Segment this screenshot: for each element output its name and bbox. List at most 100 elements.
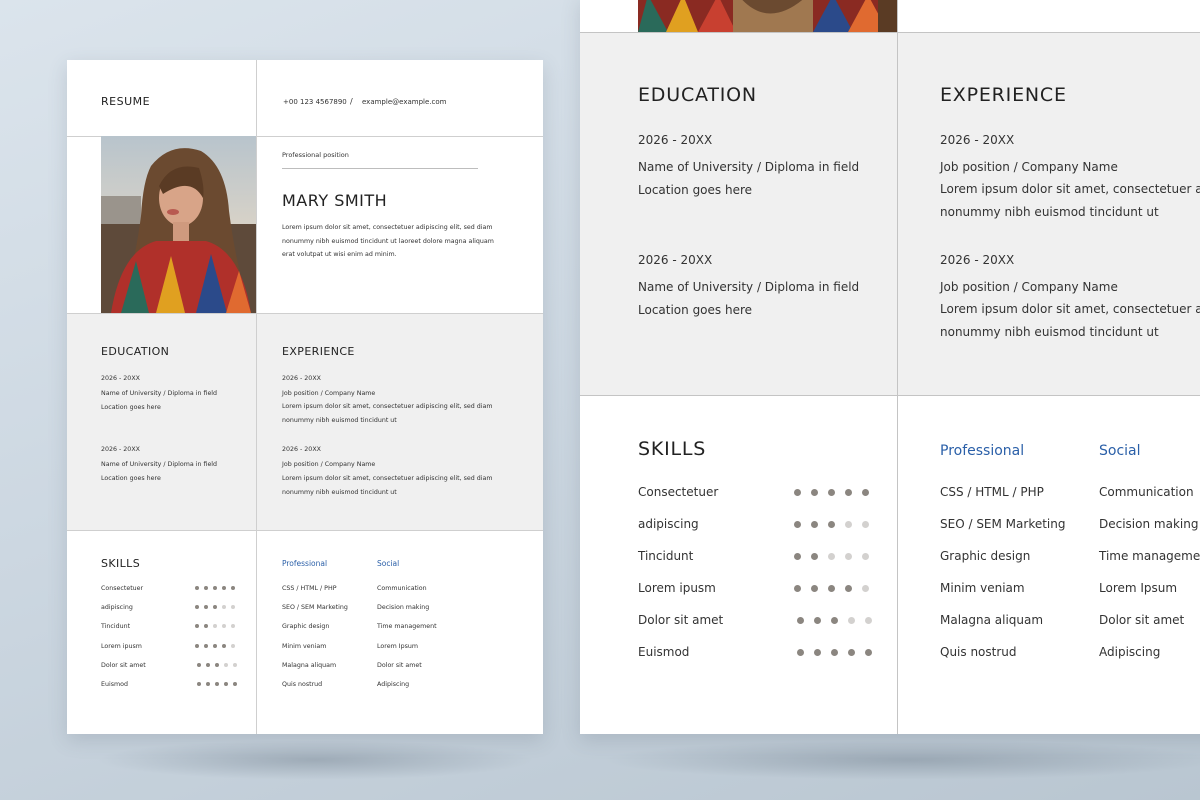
skill-dot xyxy=(197,663,201,667)
education-location: Location goes here xyxy=(638,183,753,197)
skill-label: Lorem ipusm xyxy=(101,643,142,650)
resume-label: RESUME xyxy=(101,95,151,108)
social-skill: Adipiscing xyxy=(1099,645,1161,659)
professional-skill: Malagna aliquam xyxy=(282,662,337,669)
skill-rating xyxy=(794,521,869,528)
skill-label: adipiscing xyxy=(638,517,699,531)
social-heading: Social xyxy=(1099,443,1141,459)
skill-dot xyxy=(204,586,208,590)
professional-skill: CSS / HTML / PHP xyxy=(282,585,337,592)
education-heading: EDUCATION xyxy=(638,84,757,106)
skill-dot xyxy=(204,605,208,609)
divider-line xyxy=(282,168,478,169)
experience-job: Job position / Company Name xyxy=(282,461,376,468)
skill-rating xyxy=(195,605,235,609)
social-skill: Lorem Ipsum xyxy=(377,643,418,650)
experience-desc: nonummy nibh euismod tincidunt ut xyxy=(940,325,1159,339)
skill-dot xyxy=(814,617,821,624)
resume-page-zoomed: EDUCATION 2026 - 20XX Name of University… xyxy=(580,0,1200,734)
education-degree: Name of University / Diploma in field xyxy=(638,280,860,294)
skill-label: adipiscing xyxy=(101,604,133,611)
skill-dot xyxy=(215,682,219,686)
page-shadow xyxy=(600,740,1200,780)
skill-dot xyxy=(828,553,835,560)
education-degree: Name of University / Diploma in field xyxy=(101,461,218,468)
skill-dot xyxy=(865,649,872,656)
experience-heading: EXPERIENCE xyxy=(940,84,1067,106)
education-location: Location goes here xyxy=(101,475,161,482)
experience-job: Job position / Company Name xyxy=(282,390,376,397)
professional-skill: Minim veniam xyxy=(940,581,1025,595)
education-degree: Name of University / Diploma in field xyxy=(101,390,218,397)
professional-skill: Minim veniam xyxy=(282,643,327,650)
social-skill: Time management xyxy=(1099,549,1200,563)
row-divider xyxy=(580,32,1200,33)
skill-dot xyxy=(233,682,237,686)
skill-rating xyxy=(197,663,237,667)
social-skill: Communication xyxy=(1099,485,1194,499)
skill-dot xyxy=(828,489,835,496)
social-skill: Decision making xyxy=(1099,517,1199,531)
social-skill: Communication xyxy=(377,585,427,592)
education-years: 2026 - 20XX xyxy=(638,253,713,267)
skill-rating xyxy=(197,682,237,686)
skill-dot xyxy=(206,663,210,667)
experience-years: 2026 - 20XX xyxy=(940,133,1015,147)
page-shadow xyxy=(95,740,535,780)
professional-skill: Malagna aliquam xyxy=(940,613,1044,627)
skill-dot xyxy=(831,649,838,656)
skill-rating xyxy=(195,644,235,648)
professional-heading: Professional xyxy=(282,559,328,568)
skill-dot xyxy=(794,553,801,560)
about-text: Lorem ipsum dolor sit amet, consectetuer… xyxy=(282,224,494,258)
skill-dot xyxy=(206,682,210,686)
skill-label: Dolor sit amet xyxy=(101,662,146,669)
skill-dot xyxy=(213,624,217,628)
experience-desc: Lorem ipsum dolor sit amet, consectetuer… xyxy=(282,475,493,482)
skill-dot xyxy=(213,586,217,590)
experience-years: 2026 - 20XX xyxy=(282,375,321,382)
professional-skill: Graphic design xyxy=(940,549,1031,563)
skill-dot xyxy=(845,553,852,560)
skill-rating xyxy=(195,586,235,590)
skill-dot xyxy=(195,644,199,648)
experience-desc: Lorem ipsum dolor sit amet, consectetuer… xyxy=(282,403,493,410)
experience-job: Job position / Company Name xyxy=(940,160,1118,174)
skill-dot xyxy=(231,624,235,628)
skill-dot xyxy=(845,585,852,592)
skill-dot xyxy=(213,605,217,609)
skill-label: Tincidunt xyxy=(638,549,694,563)
skill-dot xyxy=(848,617,855,624)
skill-dot xyxy=(862,553,869,560)
skill-dot xyxy=(222,586,226,590)
skill-dot xyxy=(865,617,872,624)
skill-dot xyxy=(222,624,226,628)
skill-label: Euismod xyxy=(101,681,128,688)
profile-photo-crop xyxy=(638,0,897,32)
social-skill: Time management xyxy=(377,623,437,630)
skill-dot xyxy=(233,663,237,667)
skill-label: Consectetuer xyxy=(638,485,719,499)
professional-skill: Quis nostrud xyxy=(282,681,323,688)
skill-label: Euismod xyxy=(638,645,690,659)
social-heading: Social xyxy=(377,559,400,568)
experience-desc: Lorem ipsum dolor sit amet, consectetuer… xyxy=(940,302,1200,316)
education-degree: Name of University / Diploma in field xyxy=(638,160,860,174)
skill-dot xyxy=(845,521,852,528)
skill-dot xyxy=(195,605,199,609)
skill-label: Dolor sit amet xyxy=(638,613,724,627)
skill-dot xyxy=(224,682,228,686)
experience-desc: Lorem ipsum dolor sit amet, consectetuer… xyxy=(940,182,1200,196)
skill-dot xyxy=(222,605,226,609)
skill-dot xyxy=(195,624,199,628)
skill-dot xyxy=(811,521,818,528)
skill-rating xyxy=(794,585,869,592)
skill-dot xyxy=(862,585,869,592)
email-address: example@example.com xyxy=(362,98,447,106)
professional-skill: CSS / HTML / PHP xyxy=(940,485,1044,499)
profile-photo xyxy=(101,136,256,313)
social-skill: Lorem Ipsum xyxy=(1099,581,1178,595)
education-heading: EDUCATION xyxy=(101,345,170,358)
skill-dot xyxy=(831,617,838,624)
skill-dot xyxy=(794,489,801,496)
